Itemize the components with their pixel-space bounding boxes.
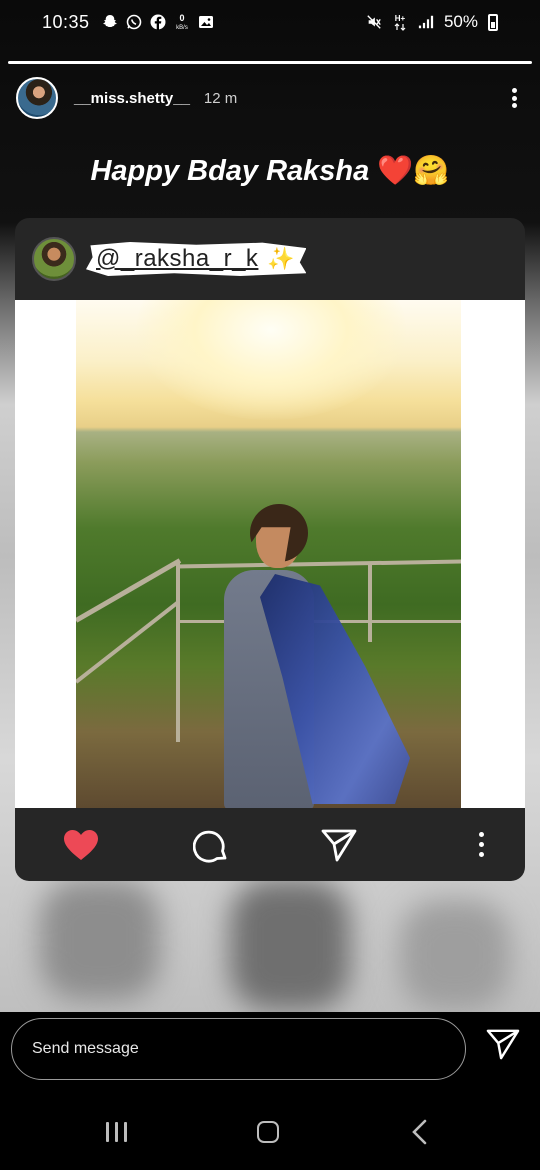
- post-actions: [15, 808, 525, 881]
- blurred-shape: [40, 880, 160, 1000]
- hplus-icon: H+: [392, 14, 408, 31]
- status-bar: 10:35 0 kB/s H+ 50%: [0, 0, 540, 44]
- photo: [76, 300, 461, 808]
- blurred-shape: [400, 900, 510, 1010]
- mute-icon: [366, 14, 382, 30]
- data-speed-icon: 0 kB/s: [174, 13, 190, 31]
- sparkle-icon: ✨: [267, 246, 295, 271]
- person-figure: [204, 504, 410, 808]
- blurred-shape: [230, 880, 350, 1010]
- mention-text[interactable]: @_raksha_r_k: [96, 245, 258, 273]
- svg-text:kB/s: kB/s: [176, 25, 188, 31]
- post-more-icon[interactable]: [475, 825, 487, 865]
- shared-post-card[interactable]: @_raksha_r_k ✨: [15, 218, 525, 881]
- more-options-icon[interactable]: [504, 83, 524, 113]
- caption-emojis: ❤️🤗: [377, 155, 450, 187]
- battery-icon: [488, 13, 498, 31]
- railing: [368, 562, 372, 642]
- story-progress-bar: [8, 61, 532, 64]
- reply-bar: Send message: [0, 1012, 540, 1092]
- story-caption: Happy Bday Raksha ❤️🤗: [0, 154, 540, 188]
- story-header: __miss.shetty__ 12 m: [16, 76, 524, 120]
- avatar[interactable]: [16, 77, 58, 119]
- facebook-icon: [150, 14, 166, 30]
- sunset-glow: [136, 300, 406, 420]
- post-header: @_raksha_r_k ✨: [15, 218, 525, 300]
- share-icon[interactable]: [319, 825, 359, 865]
- mention-sticker[interactable]: @_raksha_r_k ✨: [86, 242, 307, 276]
- like-heart-icon[interactable]: [61, 825, 101, 865]
- story-username[interactable]: __miss.shetty__: [74, 90, 190, 107]
- railing: [176, 562, 180, 742]
- notification-icons: 0 kB/s: [102, 13, 214, 31]
- post-avatar[interactable]: [32, 237, 76, 281]
- story-time-ago: 12 m: [203, 89, 238, 107]
- send-message-placeholder: Send message: [32, 1040, 139, 1057]
- caption-text: Happy Bday Raksha: [90, 155, 370, 187]
- system-nav-bar: [0, 1092, 540, 1170]
- send-icon[interactable]: [486, 1028, 522, 1064]
- send-message-input[interactable]: Send message: [11, 1018, 466, 1080]
- whatsapp-icon: [126, 14, 142, 30]
- home-icon[interactable]: [248, 1114, 288, 1150]
- signal-icon: [418, 14, 434, 30]
- story-progress-fill: [8, 61, 532, 64]
- svg-text:0: 0: [179, 13, 184, 23]
- recent-apps-icon[interactable]: [96, 1114, 136, 1150]
- status-time: 10:35: [42, 11, 90, 32]
- battery-percent: 50%: [443, 12, 478, 31]
- system-status: H+ 50%: [366, 12, 498, 32]
- comment-icon[interactable]: [191, 825, 231, 865]
- post-image: [15, 300, 525, 808]
- gallery-icon: [198, 14, 214, 30]
- back-icon[interactable]: [400, 1114, 440, 1150]
- svg-text:H+: H+: [395, 14, 406, 23]
- snapchat-icon: [102, 14, 118, 30]
